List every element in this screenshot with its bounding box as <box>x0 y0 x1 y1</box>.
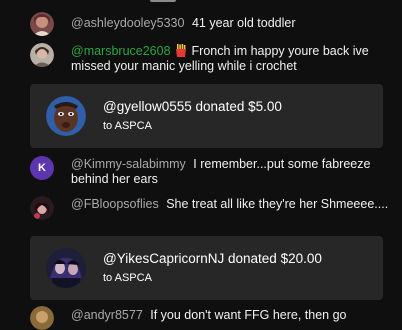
donation-amount: $5.00 <box>248 99 282 114</box>
avatar-letter: K <box>38 162 46 174</box>
message-text: She treat all like they're her Shmeeee..… <box>166 197 389 211</box>
donor-name[interactable]: @YikesCapricornNJ <box>103 251 224 266</box>
author-name[interactable]: @marsbruce2608 <box>71 44 171 58</box>
user-avatar[interactable] <box>30 196 54 220</box>
donation-recipient: to ASPCA <box>103 120 152 132</box>
donor-name[interactable]: @gyellow0555 <box>103 99 192 114</box>
message-body: @FBloopsoflies She treat all like they'r… <box>71 197 389 212</box>
donation-card[interactable]: @gyellow0555 donated $5.00 to ASPCA <box>30 84 383 148</box>
live-chat-list[interactable]: @ashleydooley5330 41 year old toddler @m… <box>0 0 402 330</box>
chat-message: @ashleydooley5330 41 year old toddler <box>30 12 390 36</box>
donor-avatar[interactable] <box>46 96 86 136</box>
donation-amount: $20.00 <box>280 251 322 266</box>
user-avatar[interactable] <box>30 12 54 36</box>
author-name[interactable]: @andyr8577 <box>71 308 143 322</box>
author-name[interactable]: @Kimmy-salabimmy <box>71 157 186 171</box>
user-avatar[interactable] <box>30 43 54 67</box>
avatar-photo-icon <box>30 196 54 220</box>
message-text: 41 year old toddler <box>191 16 296 30</box>
author-name[interactable]: @FBloopsoflies <box>71 197 159 211</box>
donation-recipient: to ASPCA <box>103 272 152 284</box>
chat-message: K @Kimmy-salabimmy I remember...put some… <box>30 156 390 190</box>
avatar-photo-icon <box>30 306 54 330</box>
message-text: If you don't want FFG here, then go <box>150 308 347 322</box>
donated-label: donated <box>228 251 277 266</box>
donor-avatar-photo-icon <box>46 96 86 136</box>
message-body: @ashleydooley5330 41 year old toddler <box>71 16 389 31</box>
user-avatar[interactable]: K <box>30 156 54 180</box>
donation-headline: @YikesCapricornNJ donated $20.00 <box>103 251 322 266</box>
donated-label: donated <box>195 99 245 114</box>
chat-message: @marsbruce2608 Fronch im happy youre bac… <box>30 43 390 77</box>
donor-avatar[interactable] <box>46 248 86 288</box>
author-name[interactable]: @ashleydooley5330 <box>71 16 184 30</box>
message-body: @andyr8577 If you don't want FFG here, t… <box>71 308 389 323</box>
message-body: @marsbruce2608 Fronch im happy youre bac… <box>71 44 389 74</box>
user-avatar[interactable] <box>30 306 54 330</box>
chat-message: @FBloopsoflies She treat all like they'r… <box>30 196 390 230</box>
message-body: @Kimmy-salabimmy I remember...put some f… <box>71 157 389 187</box>
french-fries-emoji-icon <box>175 44 186 57</box>
donation-headline: @gyellow0555 donated $5.00 <box>103 99 282 114</box>
donor-avatar-photo-icon <box>46 248 86 288</box>
avatar-photo-icon <box>30 43 54 67</box>
donation-card[interactable]: @YikesCapricornNJ donated $20.00 to ASPC… <box>30 236 383 300</box>
chat-message: @andyr8577 If you don't want FFG here, t… <box>30 306 390 330</box>
avatar-photo-icon <box>30 12 54 36</box>
